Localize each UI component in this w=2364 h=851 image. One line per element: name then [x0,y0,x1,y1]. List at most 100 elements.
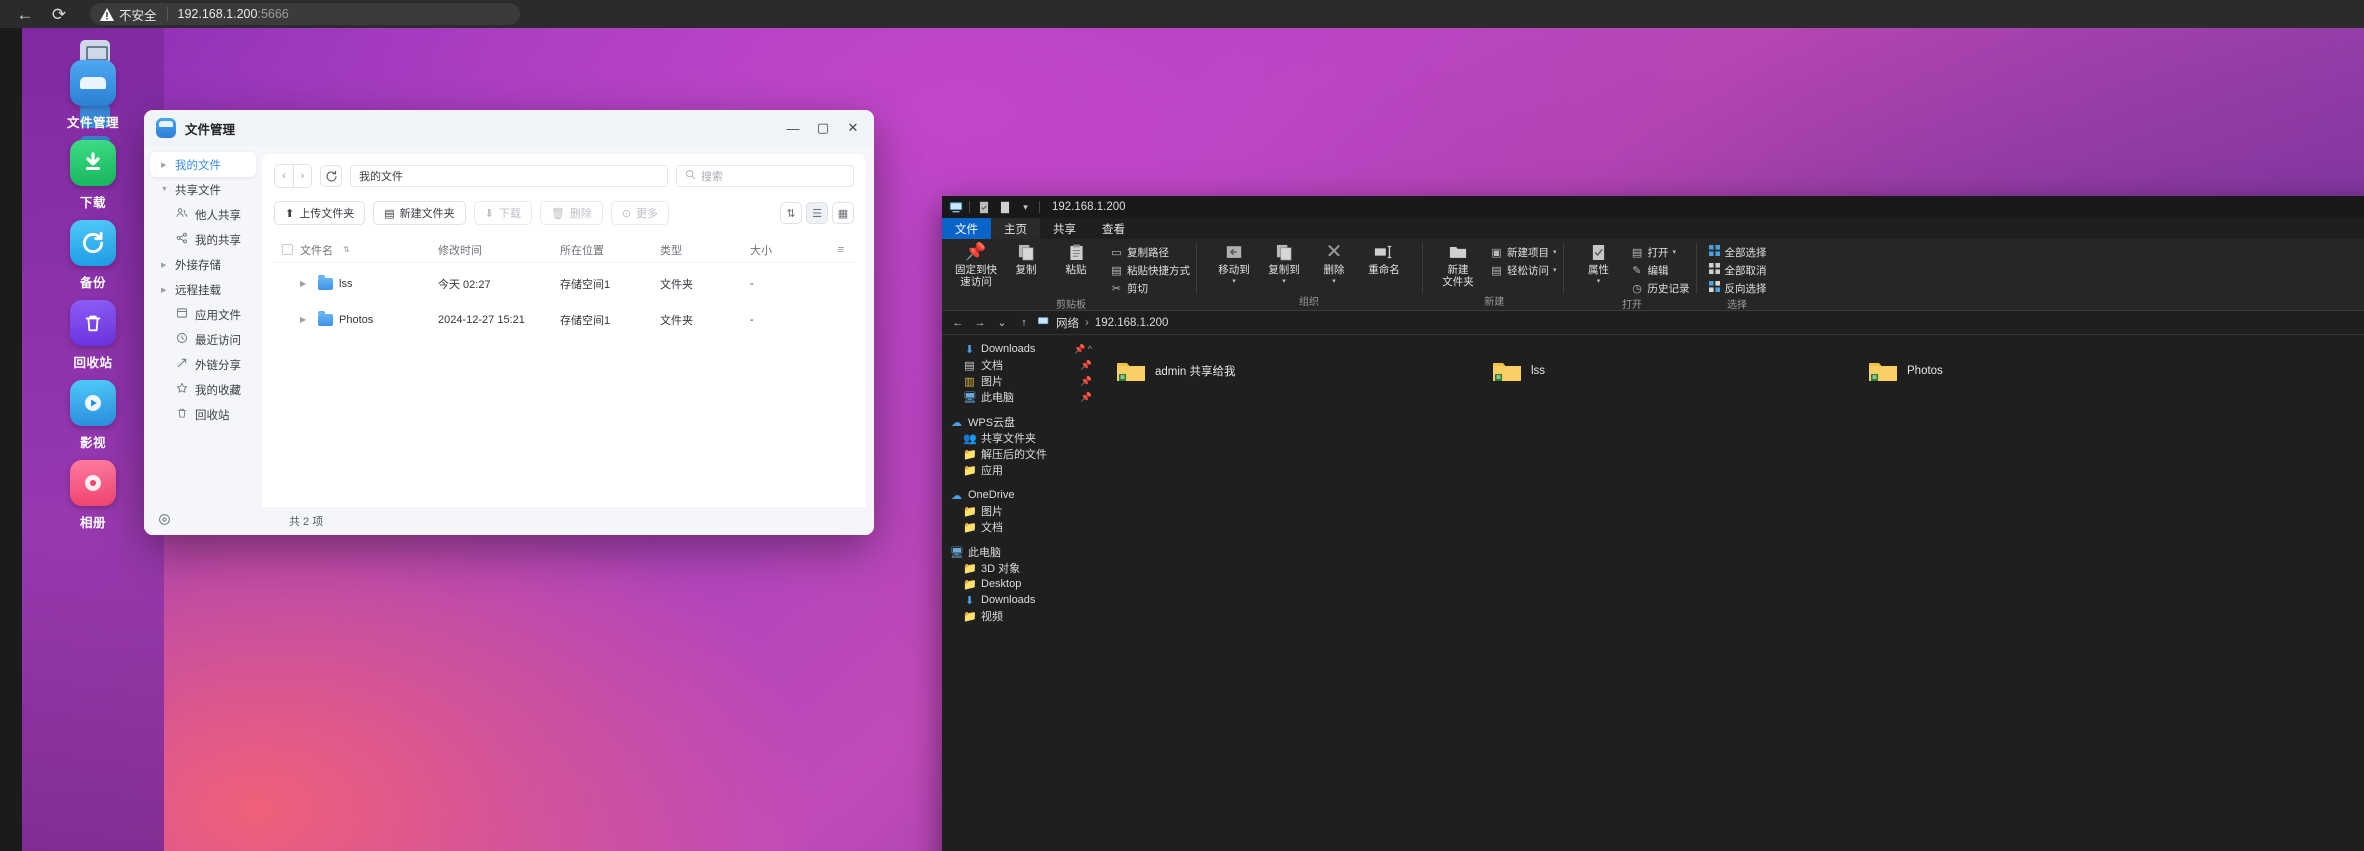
nav-item-downloads-2[interactable]: ⬇ Downloads [950,592,1100,608]
sidebar-item-app-files[interactable]: 应用文件 [150,302,256,327]
chevron-down-icon[interactable]: ▾ [1673,248,1677,256]
sidebar-item-recycle-bin[interactable]: 回收站 [150,402,256,427]
file-manager-titlebar[interactable]: 文件管理 — ▢ ✕ [144,110,874,146]
pin-icon[interactable]: 📌 [1081,360,1092,371]
nav-item-videos[interactable]: 📁 视频 [950,608,1100,624]
reload-icon[interactable]: ⟳ [42,1,76,27]
column-header-location[interactable]: 所在位置 [560,242,660,258]
file-item[interactable]: Photos [1868,347,2104,395]
close-button[interactable]: ✕ [838,115,868,141]
chevron-down-icon[interactable]: ▾ [1018,200,1033,214]
copy-path-button[interactable]: ▭ 复制路径 [1110,244,1190,260]
file-item[interactable]: lss [1492,347,1728,395]
column-header-type[interactable]: 类型 [660,242,750,258]
nav-item-documents[interactable]: ▤ 文档 📌 [950,357,1100,373]
pin-to-quick-access-button[interactable]: 📌 固定到快 速访问 [952,242,1000,288]
sidebar-item-external-storage[interactable]: ▶ 外接存储 [150,252,256,277]
tab-home[interactable]: 主页 [991,218,1040,239]
nav-item-thispc[interactable]: 🖥 此电脑 📌 [950,389,1100,405]
chevron-down-icon[interactable]: ▾ [1332,278,1336,286]
nav-back-button[interactable]: ‹ [275,165,293,187]
sidebar-item-shared-by-others[interactable]: 他人共享 [150,202,256,227]
dock-item-backup[interactable]: 备份 [22,220,164,291]
nav-item-downloads[interactable]: ⬇ Downloads 📌 ^ [950,341,1100,357]
delete-button[interactable]: 🗑 删除 [539,201,603,225]
copy-button[interactable]: 复制 [1002,242,1050,276]
sidebar-item-favorites[interactable]: 我的收藏 [150,377,256,402]
cut-button[interactable]: ✂ 剪切 [1110,280,1190,296]
list-view-icon[interactable]: ☰ [806,202,828,224]
explorer-up-button[interactable]: ↑ [1016,317,1032,329]
new-folder-button[interactable]: 新建 文件夹 [1432,242,1484,288]
column-options-icon[interactable]: ≡ [828,244,854,256]
edit-button[interactable]: ✎ 编辑 [1631,262,1690,278]
new-folder-button[interactable]: ▤ 新建文件夹 [373,201,466,225]
address-bar[interactable]: 不安全 192.168.1.200 :5666 [90,3,520,25]
nav-forward-button[interactable]: › [293,165,311,187]
nav-item-3d-objects[interactable]: 📁 3D 对象 [950,560,1100,576]
breadcrumb-network[interactable]: 网络 [1056,315,1079,331]
breadcrumb-host[interactable]: 192.168.1.200 [1095,317,1169,329]
copy-to-button[interactable]: 复制到 ▾ [1260,242,1308,286]
file-item[interactable]: admin 共享给我 [1116,347,1352,395]
settings-gear-icon[interactable] [158,513,171,529]
delete-button[interactable]: ✕ 删除 ▾ [1310,241,1358,286]
dock-item-video[interactable]: 影视 [22,380,164,451]
tab-share[interactable]: 共享 [1040,218,1089,239]
nav-item-onedrive-pictures[interactable]: 📁 图片 [950,503,1100,519]
nav-item-extracted-files[interactable]: 📁 解压后的文件 [950,446,1100,462]
path-input[interactable]: 我的文件 [350,165,668,187]
maximize-button[interactable]: ▢ [808,115,838,141]
open-button[interactable]: ▤ 打开 ▾ [1631,244,1690,260]
tab-file[interactable]: 文件 [942,218,991,239]
nav-item-shared-folder[interactable]: 👥 共享文件夹 [950,430,1100,446]
nav-item-pictures[interactable]: ▥ 图片 📌 [950,373,1100,389]
select-all-button[interactable]: 全部选择 [1708,244,1767,260]
chevron-down-icon[interactable]: ▾ [1553,248,1557,256]
explorer-forward-button[interactable]: → [972,317,988,329]
download-button[interactable]: ⬇ 下载 [473,201,532,225]
chevron-down-icon[interactable]: ▾ [1553,266,1557,274]
dock-item-download[interactable]: 下载 [22,140,164,211]
dock-item-files[interactable]: 文件管理 [22,60,164,131]
table-row[interactable]: ▶ Photos 2024-12-27 15:21 存储空间1 文件夹 - [274,307,854,332]
easy-access-button[interactable]: ▤ 轻松访问 ▾ [1490,262,1557,278]
upload-folder-button[interactable]: ⬆ 上传文件夹 [274,201,366,225]
pin-icon[interactable]: 📌 ^ [1074,344,1092,355]
column-header-name[interactable]: 文件名 ⇅ [300,242,438,258]
history-button[interactable]: ◷ 历史记录 [1631,280,1689,296]
select-all-checkbox[interactable] [274,244,300,255]
paste-shortcut-button[interactable]: ▤ 粘贴快捷方式 [1110,262,1190,278]
chevron-right-icon[interactable]: ▶ [300,315,312,324]
tab-view[interactable]: 查看 [1089,218,1138,239]
pin-icon[interactable]: 📌 [1081,392,1092,403]
nav-item-wps-cloud[interactable]: ☁ WPS云盘 [950,414,1100,430]
nav-item-this-pc-root[interactable]: 🖥 此电脑 [950,544,1100,560]
pin-icon[interactable]: 📌 [1081,376,1092,387]
sidebar-item-my-shares[interactable]: 我的共享 [150,227,256,252]
sidebar-item-my-files[interactable]: ▶ 我的文件 [150,152,256,177]
chevron-down-icon[interactable]: ▾ [1232,278,1236,286]
move-to-button[interactable]: 移动到 ▾ [1210,242,1258,286]
sidebar-item-recent[interactable]: 最近访问 [150,327,256,352]
properties-icon[interactable] [976,200,991,214]
search-input[interactable]: 搜索 [676,165,854,187]
recent-locations-icon[interactable]: ⌄ [994,316,1010,329]
dock-item-recyclebin[interactable]: 回收站 [22,300,164,371]
rename-button[interactable]: 重命名 [1360,242,1408,276]
chevron-down-icon[interactable]: ▾ [1282,278,1286,286]
minimize-button[interactable]: — [778,115,808,141]
sidebar-item-external-links[interactable]: 外链分享 [150,352,256,377]
more-button[interactable]: ⊙ 更多 [610,201,670,225]
dock-item-photos[interactable]: 相册 [22,460,164,531]
table-row[interactable]: ▶ lss 今天 02:27 存储空间1 文件夹 - [274,271,854,296]
nav-item-apps[interactable]: 📁 应用 [950,462,1100,478]
new-folder-icon[interactable] [997,200,1012,214]
column-header-size[interactable]: 大小 [750,242,828,258]
column-header-modified[interactable]: 修改时间 [438,242,560,258]
sidebar-item-remote-mount[interactable]: ▶ 远程挂载 [150,277,256,302]
new-item-button[interactable]: ▣ 新建项目 ▾ [1490,244,1557,260]
sort-icon[interactable]: ⇅ [780,202,802,224]
refresh-icon[interactable] [320,165,342,187]
invert-selection-button[interactable]: 反向选择 [1708,280,1767,296]
